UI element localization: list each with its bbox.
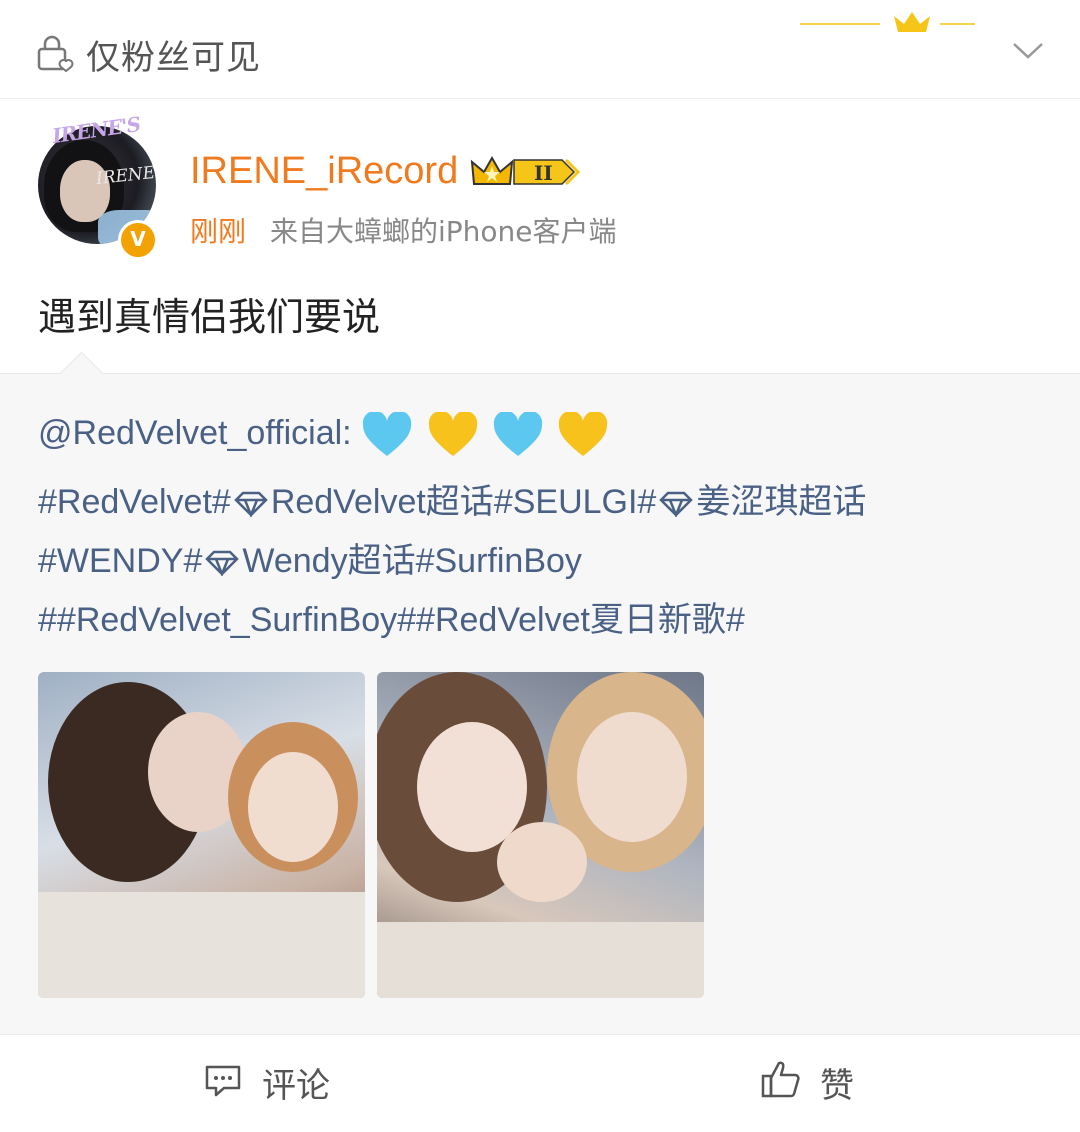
topic-link[interactable]: ##RedVelvet_SurfinBoy##RedVelvet夏日新歌# — [38, 601, 745, 639]
diamond-icon — [659, 491, 694, 518]
lock-icon — [37, 35, 74, 72]
thumbs-up-icon[interactable] — [760, 1058, 802, 1100]
mention-link[interactable]: @RedVelvet_official: — [38, 414, 352, 452]
chevron-down-icon[interactable] — [1010, 38, 1046, 62]
topic-link[interactable]: #RedVelvet# — [38, 483, 231, 521]
repost-photo-2[interactable] — [377, 672, 704, 998]
repost-photo-1[interactable] — [38, 672, 365, 998]
crown-badge-icon[interactable]: II — [470, 150, 580, 194]
comment-button[interactable]: 评论 — [262, 1058, 330, 1107]
repost-line-4: ##RedVelvet_SurfinBoy##RedVelvet夏日新歌# — [38, 592, 745, 641]
photo-hands-shape — [497, 822, 587, 902]
visibility-bar[interactable]: 仅粉丝可见 — [0, 0, 1080, 99]
author-name[interactable]: IRENE_iRecord — [190, 150, 458, 193]
post-source: 来自大蟑螂的iPhone客户端 — [270, 215, 617, 248]
yellow-heart-icon — [428, 412, 477, 456]
photo-face-shape — [248, 752, 338, 862]
repost-line-2: #RedVelvet# RedVelvet超话#SEULGI# 姜涩琪超话 — [38, 474, 866, 523]
crown-decoration-icon — [800, 12, 975, 32]
repost-line-3: #WENDY# Wendy超话#SurfinBoy — [38, 533, 582, 582]
diamond-icon — [205, 550, 240, 577]
repost-line-1: @RedVelvet_official: — [38, 412, 613, 458]
post-text: 遇到真情侣我们要说 — [38, 295, 381, 339]
post-time: 刚刚 — [190, 215, 247, 248]
visibility-label: 仅粉丝可见 — [86, 38, 261, 78]
supertopic-link[interactable]: RedVelvet超话 — [271, 483, 494, 521]
yellow-heart-icon — [559, 412, 608, 456]
blue-heart-icon — [493, 412, 543, 456]
photo-face-shape — [577, 712, 687, 842]
topic-link[interactable]: #WENDY# — [38, 542, 202, 580]
action-bar — [0, 1034, 1080, 1132]
photo-clothing-shape — [377, 922, 704, 998]
blue-heart-icon — [362, 412, 412, 456]
photo-clothing-shape — [38, 892, 365, 998]
diamond-icon — [234, 491, 268, 518]
topic-link[interactable]: #SurfinBoy — [416, 542, 582, 580]
comment-icon[interactable] — [204, 1064, 242, 1098]
supertopic-link[interactable]: 姜涩琪超话 — [696, 483, 866, 521]
crown-level-text: II — [534, 161, 553, 185]
supertopic-link[interactable]: Wendy超话 — [242, 542, 415, 580]
like-button[interactable]: 赞 — [820, 1058, 854, 1107]
topic-link[interactable]: #SEULGI# — [494, 483, 657, 521]
verified-badge-icon: V — [118, 220, 158, 260]
